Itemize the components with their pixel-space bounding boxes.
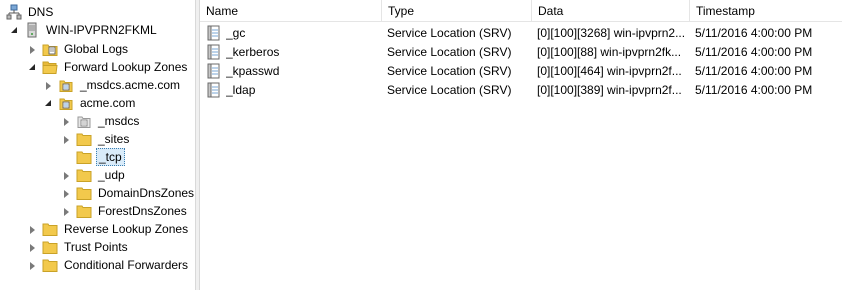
tree-label: ForestDnsZones xyxy=(98,204,187,218)
expand-arrow-icon[interactable] xyxy=(44,99,53,108)
tree-label: WIN-IPVPRN2FKML xyxy=(46,23,157,37)
tree-label: Conditional Forwarders xyxy=(64,258,189,272)
tree-label: DNS xyxy=(28,5,54,19)
dns-record-icon xyxy=(207,44,220,60)
delegation-icon xyxy=(77,116,91,128)
table-row[interactable]: _ldap Service Location (SRV) [0][100][38… xyxy=(200,81,842,100)
cell-name: _ldap xyxy=(226,83,256,97)
no-expander xyxy=(62,153,71,162)
collapse-arrow-icon[interactable] xyxy=(28,261,37,270)
table-row[interactable]: _kerberos Service Location (SRV) [0][100… xyxy=(200,43,842,62)
cell-data: [0][100][3268] win-ipvprn2... xyxy=(537,26,686,40)
tree-label: DomainDnsZones xyxy=(98,186,195,200)
cell-name: _gc xyxy=(226,26,246,40)
zone-icon xyxy=(59,98,73,110)
cell-type: Service Location (SRV) xyxy=(387,64,512,78)
collapse-arrow-icon[interactable] xyxy=(62,207,71,216)
tree-node-reverse-lookup-zones[interactable]: Reverse Lookup Zones xyxy=(28,220,190,238)
dns-record-icon xyxy=(207,63,220,79)
tree-node-msdcs[interactable]: _msdcs xyxy=(62,112,141,130)
tree-node-server[interactable]: WIN-IPVPRN2FKML xyxy=(10,21,159,39)
expand-arrow-icon[interactable] xyxy=(10,26,19,35)
collapse-arrow-icon[interactable] xyxy=(28,225,37,234)
cell-data: [0][100][389] win-ipvprn2f... xyxy=(537,83,682,97)
dns-record-icon xyxy=(207,82,220,98)
tree-node-domaindnszones[interactable]: DomainDnsZones xyxy=(62,184,195,202)
folder-icon xyxy=(76,187,92,200)
tree-label: acme.com xyxy=(80,96,136,110)
tree-node-conditional-forwarders[interactable]: Conditional Forwarders xyxy=(28,256,190,274)
cell-name: _kpasswd xyxy=(226,64,280,78)
cell-type: Service Location (SRV) xyxy=(387,45,512,59)
collapse-arrow-icon[interactable] xyxy=(62,135,71,144)
tree-node-udp[interactable]: _udp xyxy=(62,166,127,184)
cell-timestamp: 5/11/2016 4:00:00 PM xyxy=(695,64,813,78)
tree-node-trust-points[interactable]: Trust Points xyxy=(28,238,130,256)
expand-arrow-icon[interactable] xyxy=(28,63,37,72)
tree-node-global-logs[interactable]: Global Logs xyxy=(28,40,130,58)
cell-timestamp: 5/11/2016 4:00:00 PM xyxy=(695,26,813,40)
tree-label: Trust Points xyxy=(64,240,128,254)
tree-label: _msdcs.acme.com xyxy=(80,78,181,92)
tree-node-acme-com[interactable]: acme.com xyxy=(44,94,137,112)
cell-timestamp: 5/11/2016 4:00:00 PM xyxy=(695,45,813,59)
server-icon xyxy=(27,22,37,38)
collapse-arrow-icon[interactable] xyxy=(62,171,71,180)
tree-label: _sites xyxy=(98,132,130,146)
collapse-arrow-icon[interactable] xyxy=(28,45,37,54)
tree-label: Forward Lookup Zones xyxy=(64,60,188,74)
table-row[interactable]: _kpasswd Service Location (SRV) [0][100]… xyxy=(200,62,842,81)
folder-icon xyxy=(76,205,92,218)
collapse-arrow-icon[interactable] xyxy=(62,117,71,126)
cell-timestamp: 5/11/2016 4:00:00 PM xyxy=(695,83,813,97)
tree-label: _msdcs xyxy=(98,114,140,128)
tree-node-forward-lookup-zones[interactable]: Forward Lookup Zones xyxy=(28,58,189,76)
tree-node-sites[interactable]: _sites xyxy=(62,130,131,148)
tree-node-forestdnszones[interactable]: ForestDnsZones xyxy=(62,202,189,220)
column-header-name[interactable]: Name xyxy=(200,0,382,22)
logs-folder-icon xyxy=(42,44,58,56)
cell-data: [0][100][88] win-ipvprn2fk... xyxy=(537,45,682,59)
zone-icon xyxy=(59,80,73,92)
table-row[interactable]: _gc Service Location (SRV) [0][100][3268… xyxy=(200,24,842,43)
collapse-arrow-icon[interactable] xyxy=(28,243,37,252)
folder-icon xyxy=(76,169,92,182)
column-header-type[interactable]: Type xyxy=(382,0,532,22)
tree-label: Reverse Lookup Zones xyxy=(64,222,189,236)
collapse-arrow-icon[interactable] xyxy=(62,189,71,198)
folder-open-icon xyxy=(42,61,58,74)
tree-label: Global Logs xyxy=(64,42,129,56)
folder-icon xyxy=(76,151,92,164)
cell-type: Service Location (SRV) xyxy=(387,83,512,97)
tree-label: _udp xyxy=(98,168,125,182)
cell-data: [0][100][464] win-ipvprn2f... xyxy=(537,64,682,78)
dns-icon xyxy=(6,4,22,20)
column-header-data[interactable]: Data xyxy=(532,0,690,22)
folder-icon xyxy=(42,223,58,236)
column-header-timestamp[interactable]: Timestamp xyxy=(690,0,842,22)
tree-node-dns-root[interactable]: DNS xyxy=(6,3,55,21)
dns-record-icon xyxy=(207,25,220,41)
tree-node-tcp[interactable]: _tcp xyxy=(62,148,125,166)
collapse-arrow-icon[interactable] xyxy=(44,81,53,90)
tree-label-selected: _tcp xyxy=(96,148,125,166)
tree-node-msdcs-acme-com[interactable]: _msdcs.acme.com xyxy=(44,76,182,94)
folder-icon xyxy=(42,259,58,272)
records-list[interactable]: Name Type Data Timestamp _gc Service Loc… xyxy=(200,0,842,290)
console-tree[interactable]: DNS WIN-IPVPRN2FKML Global Logs Forward … xyxy=(0,0,195,290)
cell-name: _kerberos xyxy=(226,45,280,59)
folder-icon xyxy=(42,241,58,254)
cell-type: Service Location (SRV) xyxy=(387,26,512,40)
folder-icon xyxy=(76,133,92,146)
